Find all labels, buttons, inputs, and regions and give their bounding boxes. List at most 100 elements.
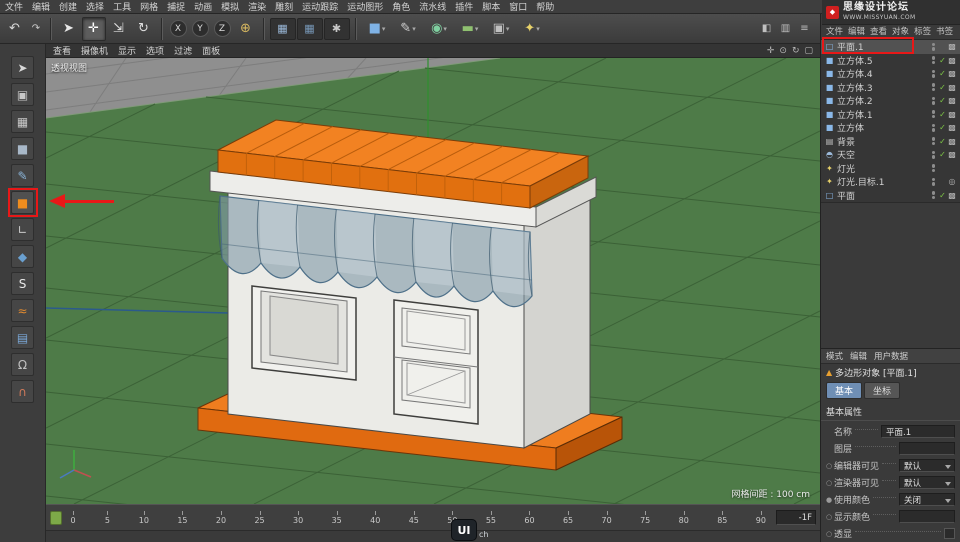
- scale-tool[interactable]: ⇲: [107, 17, 131, 41]
- visibility-toggles[interactable]: [931, 69, 935, 78]
- script-button[interactable]: S: [11, 272, 34, 295]
- object-label[interactable]: 天空: [837, 148, 855, 161]
- object-label[interactable]: 立方体.1: [837, 108, 873, 121]
- texture-tag-icon[interactable]: ▩: [947, 83, 957, 92]
- attribute-value[interactable]: 平面.1: [881, 425, 955, 438]
- menu-item[interactable]: 窗口: [509, 0, 527, 13]
- object-label[interactable]: 立方体.2: [837, 94, 873, 107]
- tab-basic[interactable]: 基本: [826, 382, 863, 399]
- object-manager-menu-item[interactable]: 编辑: [848, 25, 865, 37]
- keyframe-dot-icon[interactable]: ○: [826, 513, 834, 521]
- move-tool[interactable]: ✛: [82, 16, 106, 41]
- toolbar-separator[interactable]: [355, 17, 357, 40]
- menu-item[interactable]: 角色: [392, 0, 410, 13]
- attribute-header-tab[interactable]: 模式: [826, 350, 843, 362]
- texture-tag-icon[interactable]: ◎: [947, 177, 957, 186]
- menu-item[interactable]: 动画: [194, 0, 212, 13]
- viewport-menu-item[interactable]: 查看: [53, 44, 71, 57]
- rotate-view-icon[interactable]: ↻: [792, 46, 800, 56]
- live-selection-tool[interactable]: ➤: [57, 17, 81, 41]
- visibility-toggles[interactable]: [931, 96, 935, 105]
- enabled-check-icon[interactable]: ✓: [938, 123, 947, 132]
- texture-mode-button[interactable]: ▦: [11, 110, 34, 133]
- object-manager-menu-item[interactable]: 文件: [826, 25, 843, 37]
- texture-tag-icon[interactable]: ▩: [947, 150, 957, 159]
- viewport-menu-item[interactable]: 摄像机: [81, 44, 108, 57]
- zoom-view-icon[interactable]: ⊙: [779, 46, 787, 56]
- texture-tag-icon[interactable]: ▩: [947, 191, 957, 200]
- toolbar-separator[interactable]: [263, 17, 265, 40]
- menu-item[interactable]: 网格: [140, 0, 158, 13]
- snap-magnet-button[interactable]: ∩: [11, 380, 34, 403]
- menu-item[interactable]: 运动图形: [347, 0, 383, 13]
- spline-pen-button[interactable]: ✎ ▾: [393, 17, 423, 41]
- menu-item[interactable]: 工具: [113, 0, 131, 13]
- object-row-cube[interactable]: ■ 立方体 ✓ ▩: [821, 121, 960, 135]
- redo-button[interactable]: ↷: [28, 19, 45, 39]
- toolbar-separator[interactable]: [161, 17, 163, 40]
- object-row-light[interactable]: ✦ 灯光: [821, 162, 960, 176]
- enabled-check-icon[interactable]: ✓: [938, 191, 947, 200]
- visibility-toggles[interactable]: [931, 150, 935, 159]
- layout-panel-button[interactable]: ▥: [777, 19, 794, 39]
- object-label[interactable]: 立方体.4: [837, 67, 873, 80]
- attribute-value[interactable]: 默认: [899, 459, 955, 472]
- visibility-toggles[interactable]: [931, 191, 935, 200]
- object-row-cube-5[interactable]: ■ 立方体.5 ✓ ▩: [821, 54, 960, 68]
- deformer-button[interactable]: ≈: [11, 299, 34, 322]
- enabled-check-icon[interactable]: ✓: [938, 137, 947, 146]
- floor-button[interactable]: ▬ ▾: [455, 17, 485, 41]
- enabled-check-icon[interactable]: ✓: [938, 56, 947, 65]
- light-button[interactable]: ✦ ▾: [517, 17, 547, 41]
- lock-x-axis-button[interactable]: X: [170, 20, 187, 37]
- object-row-cube-2[interactable]: ■ 立方体.2 ✓ ▩: [821, 94, 960, 108]
- subdivision-surface-button[interactable]: ◉ ▾: [424, 17, 454, 41]
- timeline-ruler[interactable]: 051015202530354045505560657075808590: [70, 510, 766, 525]
- attribute-value[interactable]: 默认: [899, 476, 955, 489]
- visibility-toggles[interactable]: [931, 56, 935, 65]
- enabled-check-icon[interactable]: ✓: [938, 69, 947, 78]
- keyframe-dot-icon[interactable]: ○: [826, 462, 834, 470]
- keyframe-dot-icon[interactable]: ●: [826, 496, 834, 504]
- frame-field[interactable]: -1F: [776, 510, 816, 525]
- array-button[interactable]: ▤: [11, 326, 34, 349]
- lock-z-axis-button[interactable]: Z: [214, 20, 231, 37]
- layout-menu-button[interactable]: ≡: [796, 19, 813, 39]
- object-row-sky[interactable]: ◓ 天空 ✓ ▩: [821, 148, 960, 162]
- current-frame-marker[interactable]: [50, 510, 62, 525]
- selection-arrow-tool[interactable]: ➤: [11, 56, 34, 79]
- visibility-toggles[interactable]: [931, 110, 935, 119]
- menu-item[interactable]: 创建: [59, 0, 77, 13]
- texture-tag-icon[interactable]: ▩: [947, 56, 957, 65]
- menu-item[interactable]: 雕刻: [275, 0, 293, 13]
- object-manager-menu-item[interactable]: 对象: [892, 25, 909, 37]
- object-row-light-target-1[interactable]: ✦ 灯光.目标.1 ◎: [821, 175, 960, 189]
- lock-y-axis-button[interactable]: Y: [192, 20, 209, 37]
- texture-tag-icon[interactable]: ▩: [947, 42, 957, 51]
- menu-item[interactable]: 流水线: [419, 0, 446, 13]
- menu-item[interactable]: 脚本: [482, 0, 500, 13]
- viewport-menu-item[interactable]: 过滤: [174, 44, 192, 57]
- attribute-value[interactable]: [899, 442, 955, 455]
- object-label[interactable]: 平面.1: [837, 40, 864, 53]
- animation-timeline[interactable]: 051015202530354045505560657075808590 -1F: [46, 504, 820, 530]
- attribute-header-tab[interactable]: 用户数据: [874, 350, 908, 362]
- viewport-3d-canvas[interactable]: 透视视图 网格间距 : 100 cm: [46, 58, 820, 504]
- object-row-plane[interactable]: □ 平面 ✓ ▩: [821, 189, 960, 203]
- object-manager-menu-item[interactable]: 查看: [870, 25, 887, 37]
- rectangle-frame-tool[interactable]: ▣: [11, 83, 34, 106]
- model-mode-button[interactable]: ■: [11, 137, 34, 160]
- enabled-check-icon[interactable]: ✓: [938, 150, 947, 159]
- attribute-header-tab[interactable]: 编辑: [850, 350, 867, 362]
- rotate-tool[interactable]: ↻: [132, 17, 156, 41]
- coordinate-system-button[interactable]: ⊕: [234, 17, 258, 41]
- object-row-cube-3[interactable]: ■ 立方体.3 ✓ ▩: [821, 81, 960, 95]
- object-row-cube-1[interactable]: ■ 立方体.1 ✓ ▩: [821, 108, 960, 122]
- object-manager-menu-item[interactable]: 书签: [936, 25, 953, 37]
- object-label[interactable]: 立方体.3: [837, 81, 873, 94]
- texture-tag-icon[interactable]: ▩: [947, 96, 957, 105]
- keyframe-dot-icon[interactable]: ○: [826, 530, 834, 538]
- texture-tag-icon[interactable]: ▩: [947, 110, 957, 119]
- object-label[interactable]: 灯光: [837, 162, 855, 175]
- render-picture-viewer-button[interactable]: ▦: [297, 17, 323, 40]
